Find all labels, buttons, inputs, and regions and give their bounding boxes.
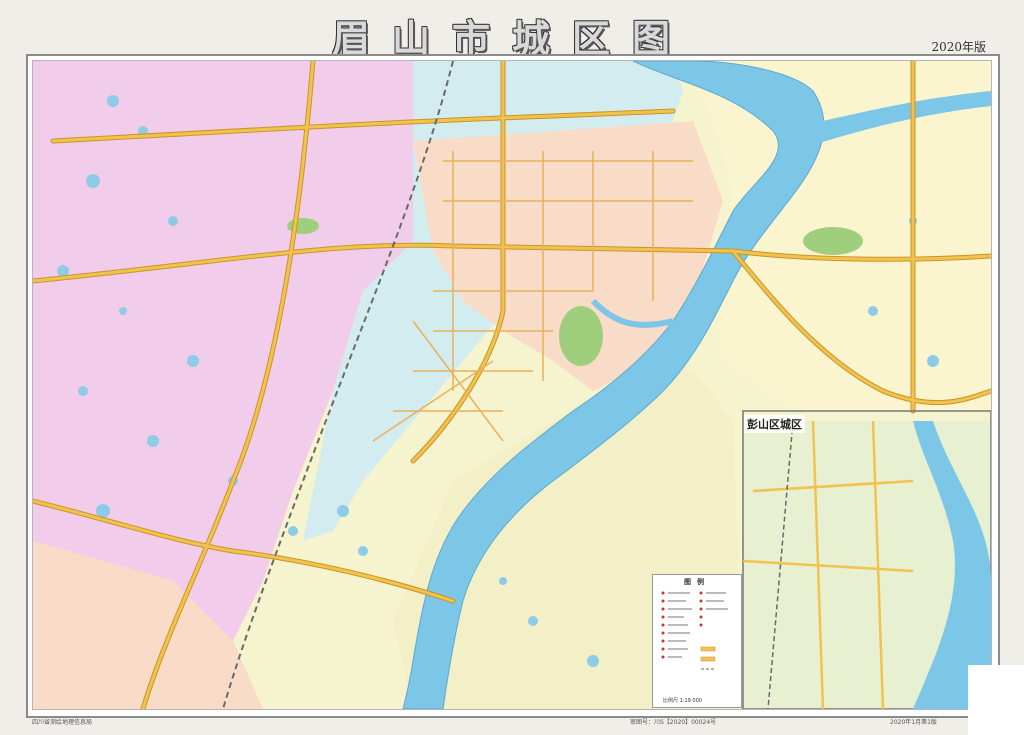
edition-label: 2020年版	[931, 40, 986, 54]
park-east	[803, 227, 863, 255]
legend-road-swatch-2	[700, 656, 716, 662]
legend-symbols	[661, 591, 728, 670]
legend-scale: 比例尺 1:19 000	[663, 698, 702, 704]
city-map-svg[interactable]	[33, 61, 991, 709]
footer-mid-note: 审图号：川S【2020】00024号	[630, 719, 717, 726]
map-legend: 图例 比例尺 1:19 000	[652, 574, 742, 708]
legend-text-lines	[668, 592, 728, 658]
footer-left-note: 四川省测绘地理信息局	[32, 719, 93, 726]
park-island	[559, 306, 603, 366]
legend-title: 图例	[684, 578, 710, 586]
inset-title: 彭山区城区	[744, 415, 805, 433]
legend-road-swatch	[700, 646, 716, 652]
map-footer: 四川省测绘地理信息局 审图号：川S【2020】00024号 2020年1月第1版	[30, 717, 995, 729]
footer-right-note: 2020年1月第1版	[890, 719, 937, 726]
map-canvas[interactable]	[32, 60, 992, 710]
corner-blank	[968, 665, 1024, 735]
